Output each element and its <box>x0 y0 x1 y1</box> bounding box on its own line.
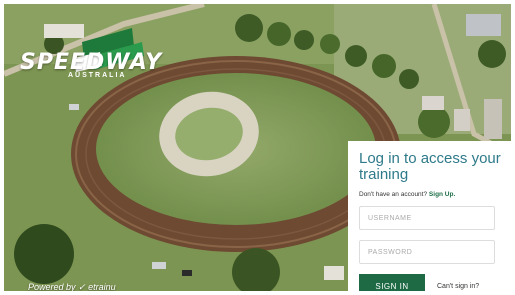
username-input[interactable] <box>359 206 495 230</box>
login-title: Log in to access your training <box>359 150 501 183</box>
signup-link[interactable]: Sign Up. <box>429 191 455 198</box>
login-actions: SIGN IN Can't sign in? <box>359 274 501 291</box>
sign-in-button[interactable]: SIGN IN <box>359 274 425 291</box>
signup-prompt: Don't have an account? <box>359 191 428 198</box>
login-screen: SPEEDWAY AUSTRALIA Powered by ✓ etrainu … <box>4 4 511 291</box>
password-input[interactable] <box>359 240 495 264</box>
powered-by-label: Powered by ✓ etrainu <box>28 282 116 291</box>
brand-logo-subtitle: AUSTRALIA <box>68 72 127 79</box>
signup-row: Don't have an account? Sign Up. <box>359 191 501 198</box>
login-panel: Log in to access your training Don't hav… <box>348 141 511 291</box>
cant-sign-in-link[interactable]: Can't sign in? <box>437 283 479 290</box>
